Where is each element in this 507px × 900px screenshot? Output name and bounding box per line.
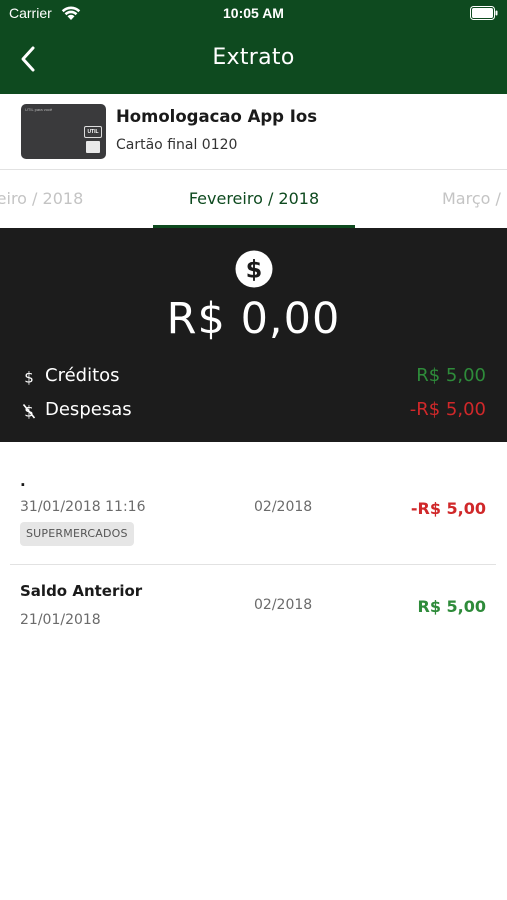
card-number-label: Cartão final 0120: [116, 137, 238, 153]
transaction-reference: 02/2018: [254, 499, 313, 515]
transaction-date: 31/01/2018 11:16: [20, 499, 146, 515]
tab-next-month[interactable]: Março / 2018: [442, 189, 507, 208]
credits-label: Créditos: [45, 365, 120, 386]
expenses-value: -R$ 5,00: [409, 399, 486, 420]
tab-previous-month[interactable]: Janeiro / 2018: [0, 189, 83, 208]
card-image: UTIL para você UTIL: [21, 104, 106, 159]
page-title: Extrato: [212, 45, 295, 70]
app-header: Carrier 10:05 AM Extrato: [0, 0, 507, 94]
card-chip-icon: [86, 141, 100, 153]
transaction-row[interactable]: . 31/01/2018 11:16 SUPERMERCADOS 02/2018…: [0, 472, 507, 564]
dollar-off-icon: $: [22, 403, 36, 420]
month-tabs: Janeiro / 2018 Fevereiro / 2018 Março / …: [0, 170, 507, 228]
transaction-amount: -R$ 5,00: [410, 499, 486, 518]
card-holder-name: Homologacao App Ios: [116, 107, 318, 126]
transaction-date: 21/01/2018: [20, 612, 101, 628]
transaction-title: .: [20, 472, 26, 490]
transaction-row[interactable]: Saldo Anterior 21/01/2018 02/2018 R$ 5,0…: [0, 582, 507, 642]
status-time: 10:05 AM: [223, 5, 284, 21]
balance-summary: $ R$ 0,00 $ Créditos R$ 5,00 $ Despesas …: [0, 228, 507, 442]
transaction-amount: R$ 5,00: [417, 597, 487, 616]
card-info: UTIL para você UTIL Homologacao App Ios …: [0, 94, 507, 170]
tab-current-month[interactable]: Fevereiro / 2018: [153, 189, 355, 208]
battery-icon: [470, 6, 498, 20]
transaction-title: Saldo Anterior: [20, 582, 143, 600]
dollar-circle-icon: $: [235, 250, 273, 288]
card-image-tag: UTIL para você: [25, 107, 53, 112]
category-badge: SUPERMERCADOS: [20, 522, 134, 546]
expenses-label: Despesas: [45, 399, 132, 420]
transaction-reference: 02/2018: [254, 597, 313, 613]
credits-value: R$ 5,00: [416, 365, 486, 386]
dollar-icon: $: [24, 369, 34, 387]
card-image-badge: UTIL: [84, 126, 102, 138]
status-bar: Carrier 10:05 AM: [0, 0, 507, 28]
row-divider: [10, 564, 496, 565]
balance-amount: R$ 0,00: [166, 294, 341, 344]
svg-text:$: $: [246, 256, 263, 284]
svg-text:$: $: [24, 369, 34, 387]
